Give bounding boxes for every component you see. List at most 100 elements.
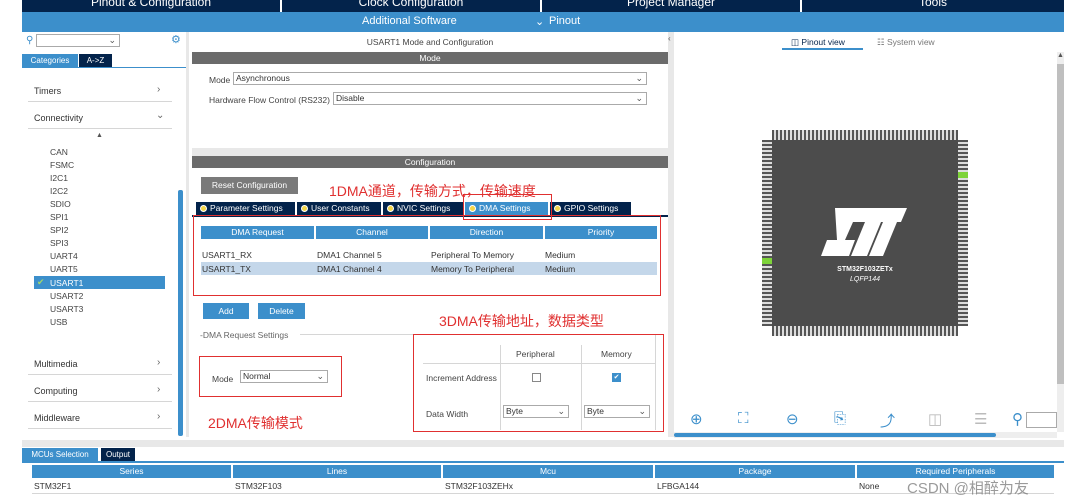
split-view-icon[interactable]: ◫ [928,410,942,428]
peripheral-usart1[interactable]: USART1 [50,278,83,288]
chip-pins-top [772,130,958,140]
divider [28,428,172,429]
column-mcu[interactable]: Mcu [443,465,653,478]
cell-lines: STM32F103 [235,481,282,491]
zoom-out-icon[interactable]: ⊖ [786,410,799,428]
delete-button[interactable]: Delete [258,303,305,319]
annotation-3: 3DMA传输地址，数据类型 [439,313,604,329]
tab-mcus-selection[interactable]: MCUs Selection [22,448,98,461]
configuration-header: Configuration [192,156,668,168]
peripheral-i2c1[interactable]: I2C1 [50,173,68,183]
flow-control-select[interactable]: Disable ⌄ [333,92,647,105]
chevron-right-icon: › [157,84,161,95]
category-multimedia[interactable]: Multimedia [34,359,78,369]
flow-control-value: Disable [336,93,365,103]
status-dot-icon [301,205,308,212]
collapse-left-icon[interactable]: ‹ [668,34,671,43]
mode-header: Mode [192,52,668,64]
category-computing[interactable]: Computing [34,386,78,396]
horizontal-scroll-thumb[interactable] [674,433,996,437]
chevron-down-icon: ⌄ [635,73,643,83]
watermark: CSDN @相醉为友 [907,480,1029,497]
peripheral-can[interactable]: CAN [50,147,68,157]
pin-search-input[interactable] [1026,412,1057,428]
mode-value: Asynchronous [236,73,290,83]
search-icon: ⚲ [26,35,34,46]
column-package[interactable]: Package [655,465,855,478]
tab-label: GPIO Settings [564,203,619,213]
gear-icon[interactable]: ⚙ [171,33,181,46]
tab-project-manager[interactable]: Project Manager [542,0,800,11]
peripheral-usb[interactable]: USB [50,317,67,327]
export-icon[interactable]: ⎘ [834,410,846,427]
additional-software-menu[interactable]: Additional Software [362,15,457,27]
peripheral-spi2[interactable]: SPI2 [50,225,68,235]
system-view-tab[interactable]: ☷ System view [877,37,935,48]
fit-screen-icon[interactable]: ⛶ [738,410,749,427]
tab-pinout-configuration[interactable]: Pinout & Configuration [22,0,280,11]
sort-icon[interactable]: ▲ [96,132,103,139]
chip-name: STM32F103ZETx [837,266,893,273]
annotation-box-table [193,215,661,296]
chevron-down-icon: ⌄ [108,35,116,45]
bottom-splitter[interactable] [22,440,1064,447]
category-middleware[interactable]: Middleware [34,413,80,423]
tab-nvic-settings[interactable]: NVIC Settings [383,202,463,215]
chip-pins-bottom [772,326,958,336]
annotation-box-address [413,334,664,432]
tab-output[interactable]: Output [101,448,135,461]
peripheral-fsmc[interactable]: FSMC [50,160,74,170]
tab-user-constants[interactable]: User Constants [297,202,381,215]
divider [28,374,172,375]
active-pin-rx[interactable] [762,258,772,264]
active-pin-tx[interactable] [958,172,968,178]
layout-icon[interactable]: ☰ [974,410,987,428]
tab-label: Parameter Settings [210,203,283,213]
annotation-2: 2DMA传输模式 [208,415,303,431]
tab-gpio-settings[interactable]: GPIO Settings [550,202,631,215]
chip-pins-left [762,140,772,326]
panel-divider[interactable] [192,148,668,156]
column-lines[interactable]: Lines [233,465,441,478]
sub-menu-bar: Additional Software ⌄ Pinout [22,12,1064,32]
peripheral-uart5[interactable]: UART5 [50,264,78,274]
tab-parameter-settings[interactable]: Parameter Settings [196,202,295,215]
pinout-view-tab[interactable]: ◫ Pinout view [791,37,845,48]
category-timers[interactable]: Timers [34,86,61,96]
category-connectivity[interactable]: Connectivity [34,113,83,123]
add-button[interactable]: Add [203,303,249,319]
tab-clock-configuration[interactable]: Clock Configuration [282,0,540,11]
chevron-down-icon: ⌄ [635,93,643,103]
status-dot-icon [387,205,394,212]
reset-configuration-button[interactable]: Reset Configuration [201,177,298,194]
panel-divider[interactable] [186,32,189,437]
tab-tools[interactable]: Tools [802,0,1064,11]
peripheral-i2c2[interactable]: I2C2 [50,186,68,196]
chevron-down-icon: ⌄ [156,110,165,121]
check-icon: ✔ [37,277,45,287]
cell-package: LFBGA144 [657,481,700,491]
peripheral-uart4[interactable]: UART4 [50,251,78,261]
peripheral-usart3[interactable]: USART3 [50,304,83,314]
pinout-menu[interactable]: Pinout [549,15,580,27]
tab-label: NVIC Settings [397,203,451,213]
scroll-thumb[interactable] [1057,64,1064,384]
zoom-in-icon[interactable]: ⊕ [690,410,703,428]
peripheral-spi1[interactable]: SPI1 [50,212,68,222]
search-combo[interactable]: ⌄ [36,34,120,47]
search-icon[interactable]: ⚲ [1012,410,1023,428]
rotate-icon[interactable]: ⤴ [880,410,895,431]
column-series[interactable]: Series [32,465,231,478]
peripheral-sdio[interactable]: SDIO [50,199,71,209]
pinout-view-label: Pinout view [801,37,845,47]
scroll-up-icon[interactable]: ▲ [1057,52,1064,59]
mode-label: Mode [209,75,231,85]
az-tab[interactable]: A->Z [79,54,112,67]
dma-request-settings-label: -DMA Request Settings [200,330,289,340]
peripheral-usart2[interactable]: USART2 [50,291,83,301]
mode-select[interactable]: Asynchronous ⌄ [233,72,647,85]
left-scrollbar[interactable] [178,190,183,436]
peripheral-spi3[interactable]: SPI3 [50,238,68,248]
categories-tab[interactable]: Categories [22,54,78,67]
bottom-tab-underline [22,461,1064,463]
